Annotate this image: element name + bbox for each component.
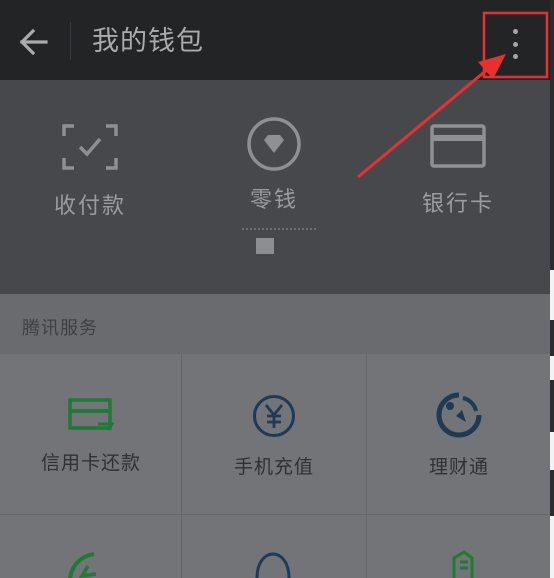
- back-button[interactable]: [14, 22, 54, 62]
- service-mobile-topup[interactable]: 手机充值: [183, 394, 365, 554]
- diamond-circle-icon: [247, 117, 301, 171]
- wallet-panel: 收付款 零钱 银行卡: [0, 80, 550, 294]
- page-title: 我的钱包: [92, 26, 204, 57]
- wallet-item-payment[interactable]: 收付款: [0, 124, 180, 220]
- partial-service-icon: [68, 552, 97, 578]
- partial-service-icon: [255, 552, 291, 578]
- services-grid: 信用卡还款 手机充值 理财通: [0, 354, 550, 578]
- wallet-item-bankcard[interactable]: 银行卡: [368, 124, 548, 218]
- edge-strip: [550, 0, 554, 578]
- wallet-screen: 我的钱包 收付款 零钱 银行卡 腾讯服务 信用卡还款 手机充值 理财通: [0, 0, 550, 578]
- yen-circle-icon: [253, 395, 295, 437]
- grid-divider: [366, 354, 367, 578]
- topbar-divider: [70, 22, 71, 60]
- service-label: 手机充值: [233, 456, 314, 478]
- balance-hint: [242, 228, 316, 234]
- service-label: 信用卡还款: [40, 452, 141, 474]
- arrow-left-icon: [20, 29, 48, 55]
- partial-service-icon: [452, 550, 474, 578]
- service-credit-card-repay[interactable]: 信用卡还款: [0, 398, 182, 558]
- credit-card-repay-icon: [68, 398, 114, 431]
- more-vertical-icon: [512, 29, 518, 59]
- wallet-item-change[interactable]: 零钱: [184, 117, 364, 214]
- wallet-item-label: 零钱: [249, 188, 298, 213]
- more-menu-button[interactable]: [483, 12, 547, 76]
- scan-check-icon: [62, 124, 118, 170]
- bank-card-icon: [430, 124, 486, 168]
- page-indicator: [256, 238, 274, 254]
- wealth-icon: [436, 392, 482, 438]
- top-bar: 我的钱包: [0, 0, 550, 80]
- service-label: 理财通: [428, 456, 489, 478]
- services-section-header: 腾讯服务: [0, 294, 550, 354]
- service-wealth[interactable]: 理财通: [368, 392, 550, 552]
- wallet-item-label: 收付款: [53, 194, 126, 219]
- wallet-item-label: 银行卡: [421, 192, 494, 217]
- section-title: 腾讯服务: [22, 318, 98, 339]
